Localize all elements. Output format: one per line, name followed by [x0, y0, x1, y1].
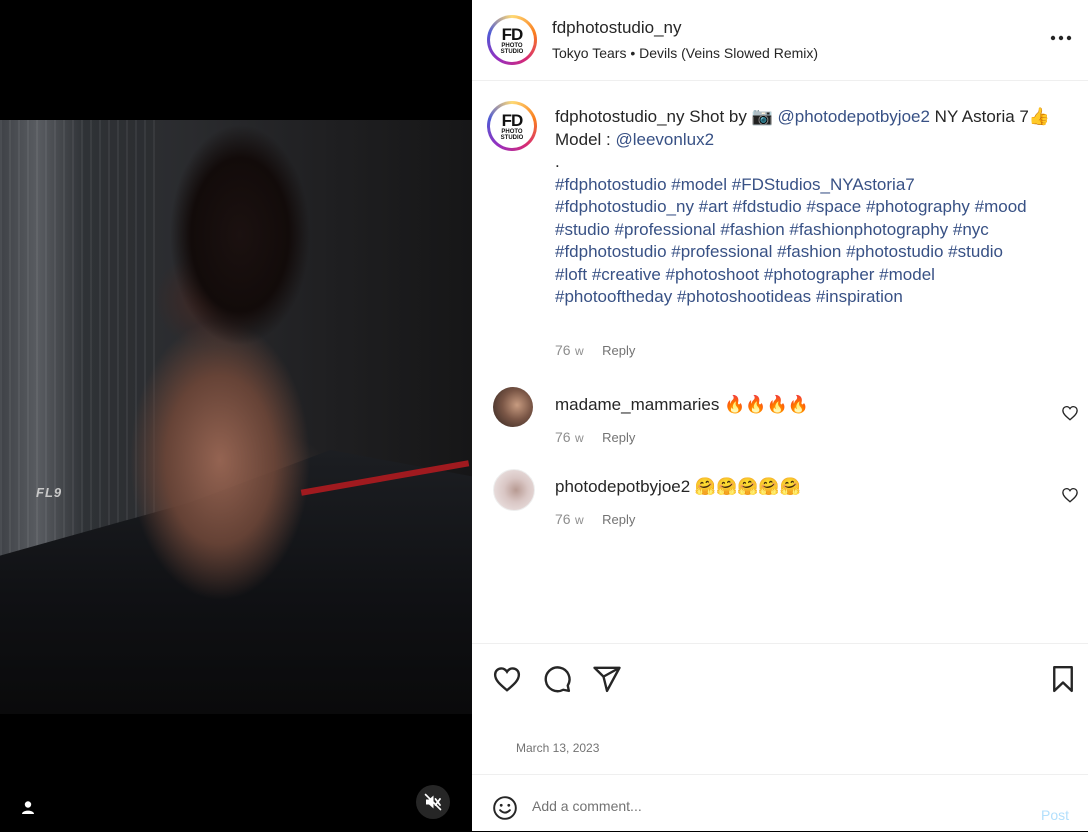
post-date[interactable]: March 13, 2023 [516, 741, 599, 755]
caption-age: 76 [555, 342, 571, 358]
caption-username[interactable]: fdphotostudio_ny [555, 107, 685, 126]
header-username[interactable]: fdphotostudio_ny [552, 18, 682, 38]
heart-icon[interactable] [1061, 404, 1079, 422]
caption-text: NY Astoria 7👍 [929, 107, 1051, 126]
comment-body: photodepotbyjoe2 🤗🤗🤗🤗🤗 [555, 477, 801, 497]
action-bar: March 13, 2023 [472, 643, 1088, 774]
comment-username[interactable]: madame_mammaries [555, 395, 719, 414]
avatar[interactable]: FD PHOTO STUDIO [487, 15, 537, 65]
comment-box: Post [472, 774, 1088, 832]
post-caption: fdphotostudio_ny Shot by 📷 @photodepotby… [555, 106, 1065, 309]
hashtag-line[interactable]: #fdphotostudio #model #FDStudios_NYAstor… [555, 175, 915, 194]
media-pane: FL9 [0, 0, 472, 831]
logo-subtext: PHOTO STUDIO [500, 129, 524, 141]
logo-subtext: PHOTO STUDIO [500, 43, 524, 55]
caption-age-unit: w [575, 344, 584, 358]
model-label: Model : [555, 129, 616, 149]
comment-item: photodepotbyjoe2 🤗🤗🤗🤗🤗 76 w Reply [472, 469, 1088, 539]
comment-input[interactable] [530, 797, 1014, 815]
hashtag-line[interactable]: #photooftheday #photoshootideas #inspira… [555, 287, 903, 306]
more-options-icon[interactable] [1050, 28, 1074, 48]
bike-logo: FL9 [36, 485, 63, 500]
mention-link[interactable]: @photodepotbyjoe2 [778, 107, 930, 126]
user-tag-icon[interactable] [18, 797, 38, 817]
comment-icon[interactable] [542, 664, 572, 694]
avatar[interactable] [493, 469, 535, 511]
caption-meta: 76 w Reply [555, 342, 635, 360]
heart-icon[interactable] [1061, 486, 1079, 504]
comment-text: 🔥🔥🔥🔥 [724, 395, 809, 414]
post-photo[interactable]: FL9 [0, 120, 472, 714]
hashtag-line[interactable]: #fdphotostudio_ny #art #fdstudio #space … [555, 197, 1027, 216]
logo-text: FD [501, 25, 524, 44]
comment-meta: 76 w Reply [555, 429, 635, 447]
heart-icon[interactable] [492, 664, 522, 694]
bookmark-icon[interactable] [1048, 664, 1078, 694]
mention-link[interactable]: @leevonlux2 [615, 130, 714, 149]
audio-track[interactable]: Tokyo Tears • Devils (Veins Slowed Remix… [552, 45, 818, 61]
comment-meta: 76 w Reply [555, 511, 635, 529]
caption-text: Shot by 📷 [689, 107, 773, 126]
mute-button[interactable] [416, 785, 450, 819]
comment-username[interactable]: photodepotbyjoe2 [555, 477, 690, 496]
comment-age: 76 [555, 429, 571, 445]
caption-avatar[interactable]: FD PHOTO STUDIO [487, 101, 537, 151]
reply-button[interactable]: Reply [602, 430, 635, 445]
comment-age: 76 [555, 511, 571, 527]
comment-body: madame_mammaries 🔥🔥🔥🔥 [555, 395, 809, 415]
reply-button[interactable]: Reply [602, 512, 635, 527]
reply-button[interactable]: Reply [602, 343, 635, 358]
comment-age-unit: w [575, 431, 584, 445]
muted-speaker-icon [424, 793, 442, 811]
comment-text: 🤗🤗🤗🤗🤗 [694, 477, 801, 496]
emoji-icon[interactable] [492, 795, 518, 821]
post-detail-panel: FD PHOTO STUDIO fdphotostudio_ny Tokyo T… [472, 0, 1088, 831]
model-hair [170, 125, 310, 345]
caption-dot: . [555, 152, 560, 171]
share-icon[interactable] [592, 664, 622, 694]
post-button[interactable]: Post [1041, 807, 1069, 823]
hashtag-line[interactable]: #loft #creative #photoshoot #photographe… [555, 265, 935, 284]
post-header: FD PHOTO STUDIO fdphotostudio_ny Tokyo T… [472, 0, 1088, 81]
hashtag-line[interactable]: #fdphotostudio #professional #fashion #p… [555, 242, 1003, 261]
avatar[interactable] [493, 387, 533, 427]
comment-item: madame_mammaries 🔥🔥🔥🔥 76 w Reply [472, 387, 1088, 457]
hashtag-line[interactable]: #studio #professional #fashion #fashionp… [555, 220, 989, 239]
comment-age-unit: w [575, 513, 584, 527]
logo-text: FD [501, 111, 524, 130]
comments-section: FD PHOTO STUDIO fdphotostudio_ny Shot by… [472, 81, 1088, 641]
